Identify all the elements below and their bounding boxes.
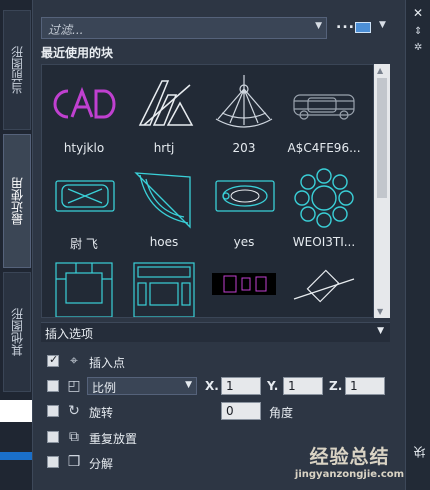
x-axis-label: X. xyxy=(205,379,219,393)
repeat-placement-checkbox[interactable] xyxy=(47,431,59,443)
palette-title-bar: ✕ ⇕ ✲ 块 xyxy=(405,0,430,490)
section-title: 最近使用的块 xyxy=(41,46,114,60)
insert-options-header[interactable]: 插入选项 ▼ xyxy=(41,322,390,342)
scale-option: ◰ 比例 ▼ X. 1 Y. 1 Z. 1 xyxy=(47,377,387,395)
block-label: A$C4FE96... xyxy=(287,141,361,155)
auto-hide-icon[interactable]: ⇕ xyxy=(414,26,422,37)
block-thumbnail xyxy=(208,73,280,135)
block-palette-window: 当前图形 最近使用 其他图形 过滤... ▼ ... ▼ 最近使用的块 htyj… xyxy=(0,0,430,490)
block-thumbnail xyxy=(128,257,200,317)
insertion-point-icon: ⌖ xyxy=(70,353,78,369)
palette-title: 块 xyxy=(413,446,427,458)
scale-mode-select[interactable]: 比例 ▼ xyxy=(87,377,197,395)
close-icon[interactable]: ✕ xyxy=(413,6,423,20)
filter-placeholder: 过滤... xyxy=(48,23,84,37)
rotation-checkbox[interactable] xyxy=(47,405,59,417)
block-item[interactable] xyxy=(284,257,364,317)
block-grid: htyjklo hrtj 203 A$C4FE96... 尉 飞 hoes ye… xyxy=(41,64,374,318)
repeat-placement-icon: ⧉ xyxy=(69,429,79,445)
rotate-icon: ↻ xyxy=(68,403,80,419)
block-label: WEOI3TI... xyxy=(292,235,356,249)
block-item[interactable] xyxy=(124,257,204,317)
drawing-area-fragment xyxy=(0,400,32,422)
block-label: htyjklo xyxy=(63,141,105,155)
z-axis-label: Z. xyxy=(329,379,343,393)
rotation-label: 旋转 xyxy=(89,406,114,420)
insertion-point-option: ⌖ 插入点 xyxy=(47,352,247,370)
watermark: 经验总结 jingyanzongjie.com xyxy=(292,442,407,480)
block-thumbnail xyxy=(208,167,280,229)
chevron-down-icon: ▼ xyxy=(185,380,192,390)
watermark-text: 经验总结 xyxy=(309,446,390,468)
block-thumbnail xyxy=(288,257,360,317)
block-thumbnail xyxy=(208,257,280,317)
scale-icon: ◰ xyxy=(67,378,81,394)
block-thumbnail xyxy=(48,257,120,317)
block-item[interactable]: 尉 飞 xyxy=(44,167,124,252)
block-item[interactable] xyxy=(204,257,284,317)
angle-input[interactable]: 0 xyxy=(221,402,261,420)
block-thumbnail xyxy=(128,167,200,229)
block-item[interactable] xyxy=(44,257,124,317)
block-thumbnail xyxy=(48,167,120,229)
block-label: yes xyxy=(233,235,255,249)
repeat-placement-option: ⧉ 重复放置 xyxy=(47,428,247,446)
block-item[interactable]: hrtj xyxy=(124,73,204,155)
y-axis-label: Y. xyxy=(267,379,279,393)
scale-y-input[interactable]: 1 xyxy=(283,377,323,395)
chevron-down-icon[interactable]: ▼ xyxy=(377,326,384,336)
block-item[interactable]: htyjklo xyxy=(44,73,124,155)
tab-other-drawings[interactable]: 其他图形 xyxy=(3,272,31,392)
block-thumbnail xyxy=(48,73,120,135)
chevron-down-icon[interactable]: ▼ xyxy=(379,20,386,30)
block-item[interactable]: A$C4FE96... xyxy=(284,73,364,155)
chevron-down-icon[interactable]: ▼ xyxy=(315,21,322,31)
scroll-up-icon[interactable]: ▲ xyxy=(377,66,383,75)
explode-icon: ❒ xyxy=(67,454,81,470)
block-label: hrtj xyxy=(153,141,175,155)
block-label: 尉 飞 xyxy=(70,237,98,251)
status-bar-fragment xyxy=(0,452,32,460)
explode-label: 分解 xyxy=(89,457,114,471)
thumbnail-view-icon[interactable] xyxy=(355,22,371,33)
tab-recent[interactable]: 最近使用 xyxy=(3,134,31,268)
block-thumbnail xyxy=(288,73,360,135)
filter-input[interactable]: 过滤... ▼ xyxy=(41,17,327,39)
rotation-option: ↻ 旋转 0 角度 xyxy=(47,402,347,420)
vertical-scrollbar[interactable]: ▲ ▼ xyxy=(374,64,390,318)
properties-icon[interactable]: ✲ xyxy=(414,42,422,53)
browse-button[interactable]: ... xyxy=(336,16,355,32)
repeat-placement-label: 重复放置 xyxy=(89,432,138,446)
block-item[interactable]: hoes xyxy=(124,167,204,249)
block-item[interactable]: WEOI3TI... xyxy=(284,167,364,249)
explode-option: ❒ 分解 xyxy=(47,453,247,471)
block-thumbnail xyxy=(128,73,200,135)
explode-checkbox[interactable] xyxy=(47,456,59,468)
main-panel: 过滤... ▼ ... ▼ 最近使用的块 htyjklo hrtj 203 A$… xyxy=(32,0,405,490)
tab-current-drawing[interactable]: 当前图形 xyxy=(3,10,31,130)
tab-label: 其他图形 xyxy=(10,308,25,356)
angle-label: 角度 xyxy=(269,406,294,420)
insertion-point-checkbox[interactable] xyxy=(47,353,59,367)
scroll-down-icon[interactable]: ▼ xyxy=(377,307,383,316)
scale-mode-value: 比例 xyxy=(92,381,117,395)
tab-label: 最近使用 xyxy=(10,177,25,225)
block-item[interactable]: 203 xyxy=(204,73,284,155)
block-item[interactable]: yes xyxy=(204,167,284,249)
watermark-url: jingyanzongjie.com xyxy=(294,469,405,480)
block-label: 203 xyxy=(232,141,256,155)
block-label: hoes xyxy=(149,235,179,249)
tab-label: 当前图形 xyxy=(10,46,25,94)
scale-checkbox[interactable] xyxy=(47,380,59,392)
scale-x-input[interactable]: 1 xyxy=(221,377,261,395)
insert-options-title: 插入选项 xyxy=(45,327,94,341)
block-thumbnail xyxy=(288,167,360,229)
scale-z-input[interactable]: 1 xyxy=(345,377,385,395)
scroll-thumb[interactable] xyxy=(377,78,387,198)
insertion-point-label: 插入点 xyxy=(89,356,126,370)
